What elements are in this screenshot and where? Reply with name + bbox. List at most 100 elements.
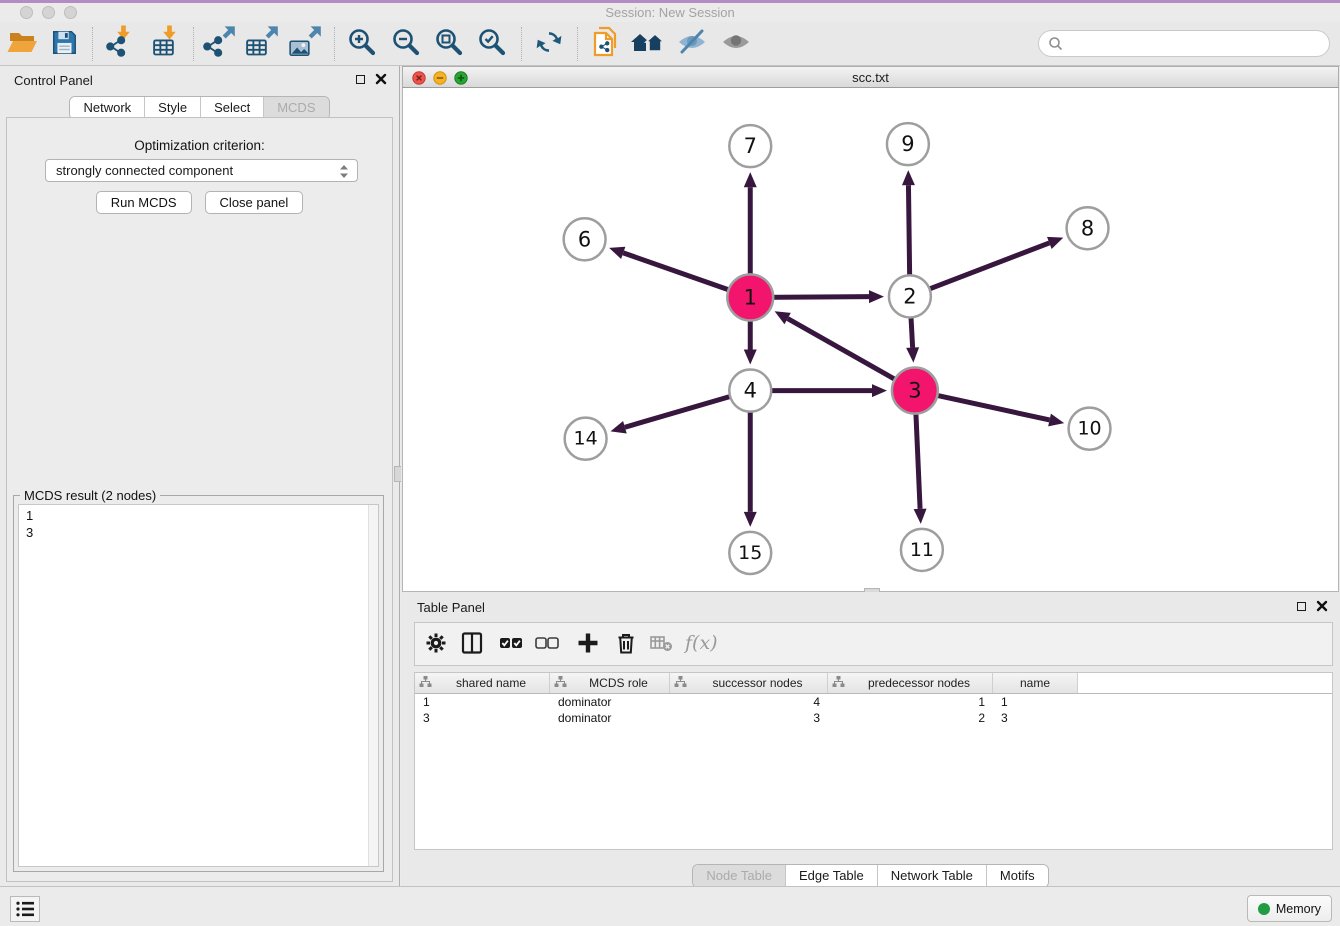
application-window: { "app": { "title": "Session: New Sessio… bbox=[0, 0, 1340, 926]
add-row-button[interactable] bbox=[573, 630, 603, 660]
graph-node-label-2: 2 bbox=[903, 284, 916, 308]
home-layout-button[interactable] bbox=[629, 26, 667, 62]
column-namespace-icon bbox=[832, 675, 845, 691]
tab-mcds[interactable]: MCDS bbox=[263, 97, 328, 119]
network-canvas[interactable]: 1234678910111415 bbox=[402, 88, 1339, 592]
select-all-checkbox-button[interactable] bbox=[496, 630, 526, 660]
result-scrollbar[interactable] bbox=[368, 505, 378, 866]
open-network-file-button[interactable] bbox=[585, 26, 623, 62]
status-bar: Memory bbox=[0, 886, 1340, 926]
function-builder-icon: f(x) bbox=[683, 631, 717, 660]
edge-arrowhead-4-14 bbox=[611, 421, 627, 434]
delete-row-button[interactable] bbox=[611, 630, 641, 660]
zoom-in-button[interactable] bbox=[343, 26, 381, 62]
memory-button[interactable]: Memory bbox=[1247, 895, 1332, 922]
search-icon bbox=[1048, 36, 1063, 51]
search-input[interactable] bbox=[1069, 35, 1320, 52]
dropdown-stepper-icon bbox=[336, 163, 352, 180]
tab-node-table[interactable]: Node Table bbox=[693, 865, 785, 887]
task-history-button[interactable] bbox=[10, 896, 40, 922]
hide-selected-button[interactable] bbox=[673, 26, 711, 62]
tab-select[interactable]: Select bbox=[200, 97, 263, 119]
column-header-predecessor-nodes[interactable]: predecessor nodes bbox=[828, 673, 993, 693]
tab-network[interactable]: Network bbox=[70, 97, 144, 119]
export-table-icon bbox=[244, 25, 280, 64]
table-row[interactable]: 3dominator323 bbox=[415, 710, 1332, 726]
save-session-button[interactable] bbox=[45, 26, 83, 62]
column-namespace-icon bbox=[419, 675, 432, 691]
refresh-view-button[interactable] bbox=[530, 26, 568, 62]
table-panel: Table Panel f(x) shared name MCDS rolesuc… bbox=[401, 592, 1340, 886]
graph-node-label-10: 10 bbox=[1077, 418, 1101, 440]
window-titlebar: Session: New Session bbox=[0, 3, 1340, 22]
import-table-button[interactable] bbox=[147, 26, 185, 62]
show-all-button[interactable] bbox=[717, 26, 755, 62]
column-header-MCDS-role[interactable]: MCDS role bbox=[550, 673, 670, 693]
tab-style[interactable]: Style bbox=[144, 97, 200, 119]
zoom-selected-button[interactable] bbox=[473, 26, 511, 62]
float-panel-icon[interactable] bbox=[356, 75, 365, 84]
deselect-all-checkbox-button[interactable] bbox=[532, 630, 562, 660]
table-cell[interactable]: 2 bbox=[828, 710, 993, 726]
table-cell[interactable]: 1 bbox=[828, 694, 993, 710]
table-cell[interactable]: 4 bbox=[670, 694, 828, 710]
close-panel-button[interactable]: Close panel bbox=[205, 191, 304, 214]
edge-arrowhead-4-15 bbox=[744, 512, 757, 527]
edge-arrowhead-2-3 bbox=[906, 347, 919, 362]
control-panel-title: Control Panel bbox=[14, 73, 93, 88]
close-panel-icon[interactable] bbox=[375, 73, 387, 85]
table-cell[interactable]: dominator bbox=[550, 694, 670, 710]
float-table-panel-icon[interactable] bbox=[1297, 602, 1306, 611]
edge-2-8[interactable] bbox=[910, 243, 1049, 296]
column-header-shared-name[interactable]: shared name bbox=[415, 673, 550, 693]
export-image-button[interactable] bbox=[286, 26, 324, 62]
edge-arrowhead-3-10 bbox=[1048, 414, 1064, 427]
control-panel: Control Panel NetworkStyleSelectMCDS Opt… bbox=[0, 66, 400, 886]
toolbar-separator bbox=[92, 27, 93, 61]
table-cell[interactable]: 1 bbox=[415, 694, 550, 710]
table-cell[interactable]: 1 bbox=[993, 694, 1078, 710]
import-table-icon bbox=[149, 25, 183, 64]
add-row-icon bbox=[576, 631, 600, 660]
toolbar-separator bbox=[521, 27, 522, 61]
tab-network-table[interactable]: Network Table bbox=[877, 865, 986, 887]
network-window-titlebar[interactable]: scc.txt bbox=[402, 66, 1339, 88]
mcds-result-text: 1 3 bbox=[19, 505, 368, 866]
network-graph[interactable]: 1234678910111415 bbox=[403, 88, 1338, 591]
workspace-region: scc.txt 1234678910111415 Table Panel f(x… bbox=[401, 66, 1340, 886]
zoom-out-button[interactable] bbox=[387, 26, 425, 62]
graph-node-label-6: 6 bbox=[578, 227, 591, 251]
table-cell[interactable]: 3 bbox=[670, 710, 828, 726]
toolbar-separator bbox=[577, 27, 578, 61]
table-cell[interactable]: 3 bbox=[415, 710, 550, 726]
graph-node-label-15: 15 bbox=[738, 542, 762, 564]
edge-arrowhead-4-3 bbox=[872, 384, 887, 397]
zoom-fit-icon bbox=[433, 26, 465, 63]
zoom-fit-button[interactable] bbox=[430, 26, 468, 62]
table-cell[interactable]: 3 bbox=[993, 710, 1078, 726]
node-table[interactable]: shared name MCDS rolesuccessor nodesprede… bbox=[414, 672, 1333, 850]
close-table-panel-icon[interactable] bbox=[1316, 600, 1328, 612]
svg-text:f(x): f(x) bbox=[683, 632, 717, 654]
show-columns-icon bbox=[460, 631, 484, 660]
column-header-label: shared name bbox=[437, 676, 545, 690]
run-mcds-button[interactable]: Run MCDS bbox=[96, 191, 192, 214]
table-cell[interactable]: dominator bbox=[550, 710, 670, 726]
column-header-successor-nodes[interactable]: successor nodes bbox=[670, 673, 828, 693]
export-network-button[interactable] bbox=[200, 26, 238, 62]
tab-edge-table[interactable]: Edge Table bbox=[785, 865, 877, 887]
import-network-button[interactable] bbox=[101, 26, 139, 62]
settings-gear-icon bbox=[424, 631, 448, 660]
table-panel-header: Table Panel bbox=[401, 592, 1340, 620]
export-table-button[interactable] bbox=[243, 26, 281, 62]
show-columns-button[interactable] bbox=[457, 630, 487, 660]
column-header-name[interactable]: name bbox=[993, 673, 1078, 693]
tab-motifs[interactable]: Motifs bbox=[986, 865, 1048, 887]
edge-arrowhead-1-6 bbox=[609, 247, 625, 259]
open-session-button[interactable] bbox=[3, 26, 41, 62]
search-field[interactable] bbox=[1038, 30, 1330, 57]
mcds-result-area[interactable]: 1 3 bbox=[18, 504, 379, 867]
criterion-dropdown[interactable]: strongly connected component bbox=[45, 159, 358, 182]
table-row[interactable]: 1dominator411 bbox=[415, 694, 1332, 710]
settings-gear-button[interactable] bbox=[421, 630, 451, 660]
